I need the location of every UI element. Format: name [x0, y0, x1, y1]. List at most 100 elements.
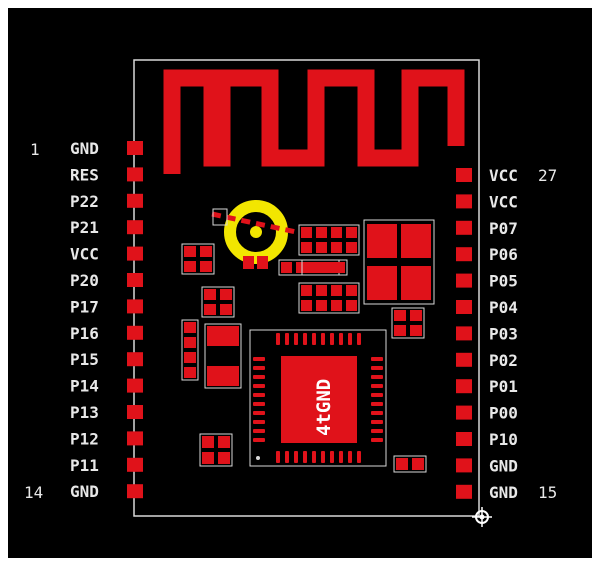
left-pin-pad — [127, 431, 143, 446]
left-pin-label: P17 — [70, 297, 99, 316]
chip-pin — [303, 451, 307, 463]
chip-pin — [371, 420, 383, 424]
right-pin-label: P04 — [489, 298, 518, 317]
left-pin-pad — [127, 273, 143, 287]
right-pin-label: VCC — [489, 166, 518, 185]
chip-pin — [285, 333, 289, 345]
chip-pin — [253, 375, 265, 379]
chip-pin1-dot — [256, 456, 260, 460]
left-pin-label: P20 — [70, 271, 99, 290]
left-pin-label: GND — [70, 482, 99, 501]
chip-pin — [371, 411, 383, 415]
pin-number-27: 27 — [538, 166, 557, 185]
left-pin-label: P14 — [70, 377, 99, 396]
left-pin-pad — [127, 325, 143, 340]
left-pin-pad — [127, 141, 143, 155]
chip-pin — [312, 333, 316, 345]
chip-pin — [339, 333, 343, 345]
chip-pin — [276, 451, 280, 463]
chip-pin — [312, 451, 316, 463]
passive-part — [301, 259, 348, 276]
chip-pin — [253, 429, 265, 433]
right-pin-pad — [456, 458, 472, 473]
chip-pin — [253, 357, 265, 361]
right-pin-label: P00 — [489, 404, 518, 423]
left-pin-pad — [127, 193, 143, 208]
chip-pin — [276, 333, 280, 345]
right-pin-label: P05 — [489, 272, 518, 291]
right-pin-pad — [456, 247, 472, 262]
chip-pin — [348, 333, 352, 345]
pin-number-15: 15 — [538, 483, 557, 502]
right-pin-label: GND — [489, 483, 518, 502]
left-pin-label: P15 — [70, 350, 99, 369]
chip-pin — [371, 429, 383, 433]
chip-pin — [253, 420, 265, 424]
chip-pin — [253, 393, 265, 397]
left-pin-pad — [127, 167, 143, 182]
chip-pin — [330, 451, 334, 463]
left-pin-label: RES — [70, 165, 99, 184]
left-pin-pad — [127, 405, 143, 419]
left-pin-label: P13 — [70, 403, 99, 422]
right-pin-label: P06 — [489, 245, 518, 264]
chip-pin — [285, 451, 289, 463]
right-pin-label: P02 — [489, 351, 518, 370]
left-pin-pad — [127, 378, 143, 393]
chip-pin — [348, 451, 352, 463]
chip-pin — [371, 384, 383, 388]
left-pin-label: VCC — [70, 245, 99, 264]
chip-pin — [371, 366, 383, 370]
right-pin-pad — [456, 484, 472, 499]
antenna-feed-pad-bottom — [243, 256, 254, 269]
right-pin-pad — [456, 432, 472, 446]
pin-number-14: 14 — [24, 483, 43, 502]
left-pin-label: P22 — [70, 192, 99, 211]
right-pin-pad — [456, 273, 472, 288]
right-pin-pad — [456, 405, 472, 420]
right-pin-pad — [456, 300, 472, 314]
left-pin-pad — [127, 246, 143, 261]
left-pin-label: P12 — [70, 429, 99, 448]
chip-pin — [253, 366, 265, 370]
left-pin-label: GND — [70, 139, 99, 158]
right-pin-label: P01 — [489, 377, 518, 396]
right-pin-pad — [456, 352, 472, 367]
left-pin-label: P11 — [70, 456, 99, 475]
antenna-feed-pad-bottom-2 — [257, 256, 268, 269]
chip-pin — [371, 438, 383, 442]
right-pin-pad — [456, 168, 472, 182]
left-pin-pad — [127, 457, 143, 472]
chip-pin — [371, 393, 383, 397]
chip-pin — [253, 384, 265, 388]
chip-pin — [253, 402, 265, 406]
left-pin-pad — [127, 484, 143, 499]
right-pin-pad — [456, 220, 472, 235]
chip-pin — [294, 451, 298, 463]
left-pin-pad — [127, 220, 143, 235]
antenna-trace — [163, 69, 465, 174]
chip-pin — [357, 451, 361, 463]
right-pin-label: P03 — [489, 324, 518, 343]
chip-pin — [371, 375, 383, 379]
right-pin-pad — [456, 379, 472, 394]
right-pin-label: VCC — [489, 192, 518, 211]
left-pin-label: P16 — [70, 324, 99, 343]
chip-pin — [294, 333, 298, 345]
left-pin-pad — [127, 299, 143, 314]
chip-pin — [371, 402, 383, 406]
chip-pin — [303, 333, 307, 345]
chip-label: 4tGND — [313, 379, 335, 436]
chip-pin — [330, 333, 334, 345]
chip-pin — [253, 411, 265, 415]
right-pin-label: P10 — [489, 430, 518, 449]
left-pin-label: P21 — [70, 218, 99, 237]
chip-pin — [357, 333, 361, 345]
pcb-diagram: GND RES P22 P21 VCC P20 P17 P16 P15 P14 P13 P12 P11 G… — [8, 8, 592, 558]
chip-pin — [253, 438, 265, 442]
chip-pin — [371, 357, 383, 361]
chip-pin — [321, 451, 325, 463]
right-pin-pad — [456, 194, 472, 209]
chip-pin — [339, 451, 343, 463]
left-pin-pad — [127, 352, 143, 367]
